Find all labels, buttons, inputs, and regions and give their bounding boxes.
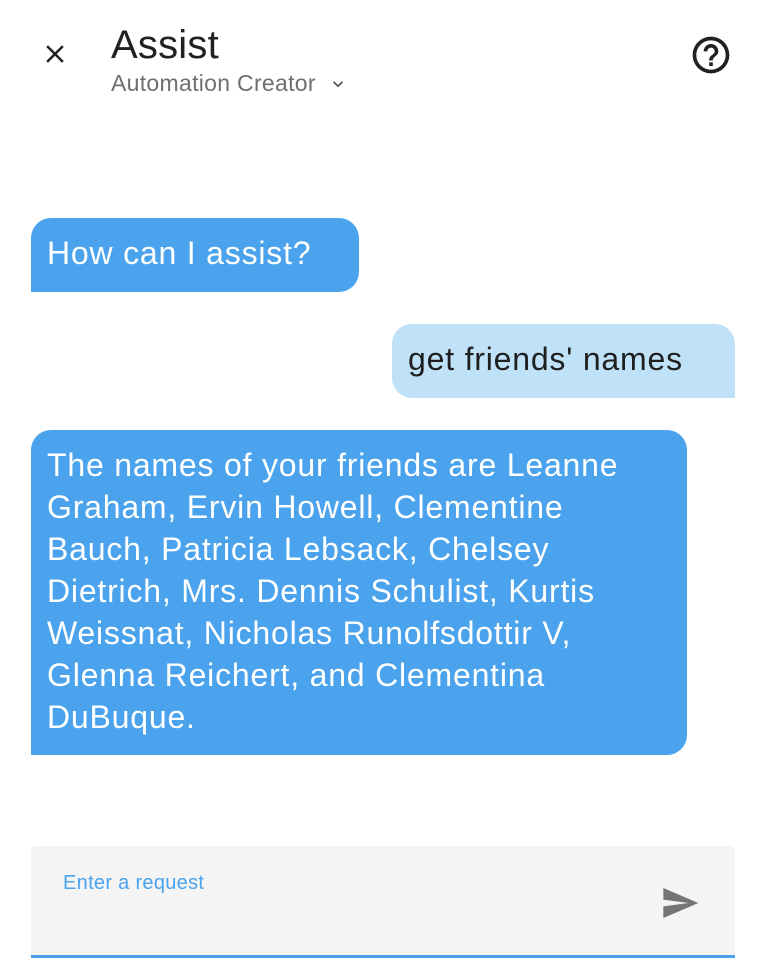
pipeline-selector[interactable]: Automation Creator xyxy=(111,70,348,97)
request-input-container[interactable]: Enter a request xyxy=(31,846,735,958)
request-input-label: Enter a request xyxy=(63,872,205,894)
send-button[interactable] xyxy=(655,880,705,926)
user-message: get friends' names xyxy=(392,324,735,398)
send-icon xyxy=(663,888,699,918)
dialog-title: Assist xyxy=(111,23,219,67)
close-button[interactable] xyxy=(31,30,79,78)
title-block: Assist Automation Creator xyxy=(111,22,348,97)
assistant-message: The names of your friends are Leanne Gra… xyxy=(31,430,687,755)
chevron-down-icon xyxy=(328,74,348,94)
request-input[interactable] xyxy=(61,904,645,942)
help-circle-icon xyxy=(692,36,730,74)
pipeline-name: Automation Creator xyxy=(111,70,316,96)
assist-dialog: Assist Automation Creator How can I assi… xyxy=(0,0,770,974)
close-icon xyxy=(46,45,64,63)
dialog-header: Assist Automation Creator xyxy=(0,0,770,120)
help-button[interactable] xyxy=(688,32,734,78)
assistant-message: How can I assist? xyxy=(31,218,359,292)
